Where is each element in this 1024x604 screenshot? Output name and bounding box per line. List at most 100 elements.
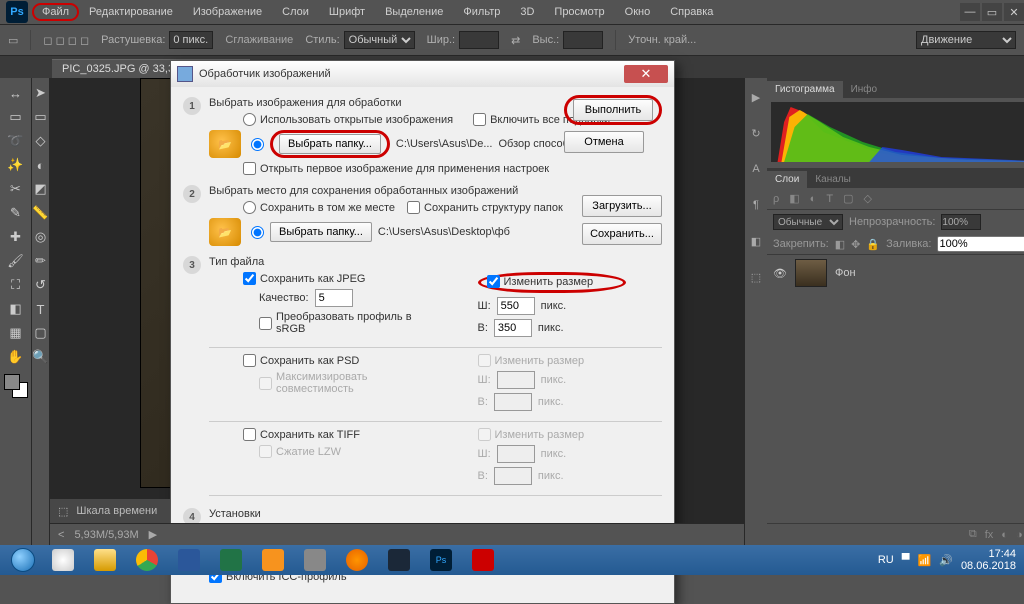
width-input[interactable] <box>459 31 499 49</box>
task-app3[interactable] <box>463 547 503 573</box>
task-app1[interactable] <box>253 547 293 573</box>
strip-para-icon[interactable]: ¶ <box>745 194 767 216</box>
menu-select[interactable]: Выделение <box>375 2 453 22</box>
menu-edit[interactable]: Редактирование <box>79 2 183 22</box>
minimize-icon[interactable]: — <box>960 3 980 21</box>
height-input[interactable] <box>563 31 603 49</box>
menu-layers[interactable]: Слои <box>272 2 319 22</box>
selection-mode-icons[interactable]: ◻ ◻ ◻ ◻ <box>43 34 89 47</box>
mask-icon[interactable]: ◐ <box>1001 529 1008 541</box>
save-jpeg-checkbox[interactable]: Сохранить как JPEG <box>243 272 366 285</box>
lock-all-icon[interactable]: 🔒 <box>866 238 880 251</box>
layers-tab[interactable]: Слои <box>767 171 807 188</box>
marquee-tool-icon[interactable]: ▭ <box>4 106 28 128</box>
fx-icon[interactable]: fx <box>985 529 994 541</box>
task-firefox[interactable] <box>337 547 377 573</box>
open-first-checkbox[interactable]: Открыть первое изображение для применени… <box>243 162 549 175</box>
slice-tool-icon[interactable]: ◩ <box>29 178 53 200</box>
resize-jpeg-checkbox[interactable]: Изменить размер <box>487 275 594 288</box>
task-app2[interactable] <box>295 547 335 573</box>
menu-file[interactable]: Файл <box>32 3 79 21</box>
convert-srgb-checkbox[interactable]: Преобразовать профиль в sRGB <box>259 311 428 335</box>
move-tool-icon[interactable]: ↔ <box>4 82 28 104</box>
heal-tool-icon[interactable]: ✚ <box>4 226 28 248</box>
quality-input[interactable] <box>315 289 353 307</box>
menu-type[interactable]: Шрифт <box>319 2 375 22</box>
visibility-icon[interactable]: 👁 <box>773 267 787 280</box>
task-steam[interactable] <box>379 547 419 573</box>
patch-tool-icon[interactable]: ◎ <box>29 226 53 248</box>
menu-image[interactable]: Изображение <box>183 2 272 22</box>
brush-tool-icon[interactable]: 🖌 <box>4 250 28 272</box>
keep-folders-checkbox[interactable]: Сохранить структуру папок <box>407 201 563 214</box>
task-explorer[interactable] <box>85 547 125 573</box>
run-button[interactable]: Выполнить <box>573 99 653 121</box>
menu-view[interactable]: Просмотр <box>544 2 614 22</box>
strip-history-icon[interactable]: ↻ <box>745 122 767 144</box>
task-chrome[interactable] <box>127 547 167 573</box>
adjustment-icon[interactable]: ◑ <box>1016 529 1023 541</box>
info-tab[interactable]: Инфо <box>843 81 886 98</box>
lock-pixels-icon[interactable]: ◧ <box>835 238 845 251</box>
history-tool-icon[interactable]: ↺ <box>29 274 53 296</box>
refine-edge-button[interactable]: Уточн. край... <box>628 34 696 46</box>
strip-lib-icon[interactable]: ⬚ <box>745 266 767 288</box>
task-yandex[interactable] <box>43 547 83 573</box>
select-dest-radio[interactable] <box>251 226 264 239</box>
menu-help[interactable]: Справка <box>660 2 723 22</box>
w-input[interactable] <box>497 297 535 315</box>
task-photoshop[interactable]: Ps <box>421 547 461 573</box>
ruler-tool-icon[interactable]: 📏 <box>29 202 53 224</box>
opacity-input[interactable] <box>941 214 981 230</box>
same-location-radio[interactable]: Сохранить в том же месте <box>243 201 395 214</box>
strip-swatch-icon[interactable]: ◧ <box>745 230 767 252</box>
h-input[interactable] <box>494 319 532 337</box>
tool-preset-icon[interactable]: ▭ <box>8 34 18 47</box>
tray-flag-icon[interactable]: ▀ <box>902 554 910 566</box>
tray-network-icon[interactable]: 📶 <box>918 554 932 567</box>
link-icon[interactable]: ⧉ <box>969 528 977 541</box>
tray-clock[interactable]: 17:44 08.06.2018 <box>961 548 1016 572</box>
fill-input[interactable] <box>937 236 1024 252</box>
task-word[interactable] <box>169 547 209 573</box>
gradient-tool-icon[interactable]: ▦ <box>4 322 28 344</box>
color-swatches[interactable] <box>4 374 28 398</box>
zoom-tool-icon[interactable]: 🔍 <box>29 346 53 368</box>
strip-char-icon[interactable]: A <box>745 158 767 180</box>
channels-tab[interactable]: Каналы <box>807 171 859 188</box>
stamp-tool-icon[interactable]: ⛶ <box>4 274 28 296</box>
style-select[interactable]: Обычный <box>344 31 415 49</box>
arrow-tool-icon[interactable]: ➤ <box>29 82 53 104</box>
menu-3d[interactable]: 3D <box>510 2 544 22</box>
use-open-radio[interactable]: Использовать открытые изображения <box>243 113 453 126</box>
save-psd-checkbox[interactable]: Сохранить как PSD <box>243 354 359 367</box>
poly-tool-icon[interactable]: ◇ <box>29 130 53 152</box>
pencil-tool-icon[interactable]: ✏ <box>29 250 53 272</box>
lasso-tool-icon[interactable]: ➰ <box>4 130 28 152</box>
cancel-button[interactable]: Отмена <box>564 131 644 153</box>
task-excel[interactable] <box>211 547 251 573</box>
menu-filter[interactable]: Фильтр <box>453 2 510 22</box>
blend-mode-select[interactable]: Обычные <box>773 214 843 230</box>
start-button[interactable] <box>4 547 42 573</box>
eyedropper-tool-icon[interactable]: ✎ <box>4 202 28 224</box>
feather-input[interactable] <box>169 31 213 49</box>
save-button[interactable]: Сохранить... <box>582 223 662 245</box>
type-tool-icon[interactable]: T <box>29 298 53 320</box>
histogram-tab[interactable]: Гистограмма <box>767 81 843 98</box>
strip-play-icon[interactable]: ▶ <box>745 86 767 108</box>
crop-tool-icon[interactable]: ✂ <box>4 178 28 200</box>
eraser-tool-icon[interactable]: ◧ <box>4 298 28 320</box>
shape-tool-icon[interactable]: ▢ <box>29 322 53 344</box>
select-dest-folder-button[interactable]: Выбрать папку... <box>270 222 372 242</box>
rect-tool-icon[interactable]: ▭ <box>29 106 53 128</box>
quick-tool-icon[interactable]: ◐ <box>29 154 53 176</box>
select-source-folder-button[interactable]: Выбрать папку... <box>279 134 381 154</box>
close-icon[interactable]: ✕ <box>1004 3 1024 21</box>
timeline-panel[interactable]: ⬚Шкала времени <box>50 499 170 523</box>
select-source-radio[interactable] <box>251 138 264 151</box>
layer-row[interactable]: 👁 Фон 🔒 <box>767 255 1024 291</box>
maximize-icon[interactable]: ▭ <box>982 3 1002 21</box>
hand-tool-icon[interactable]: ✋ <box>4 346 28 368</box>
workspace-select[interactable]: Движение <box>916 31 1016 49</box>
